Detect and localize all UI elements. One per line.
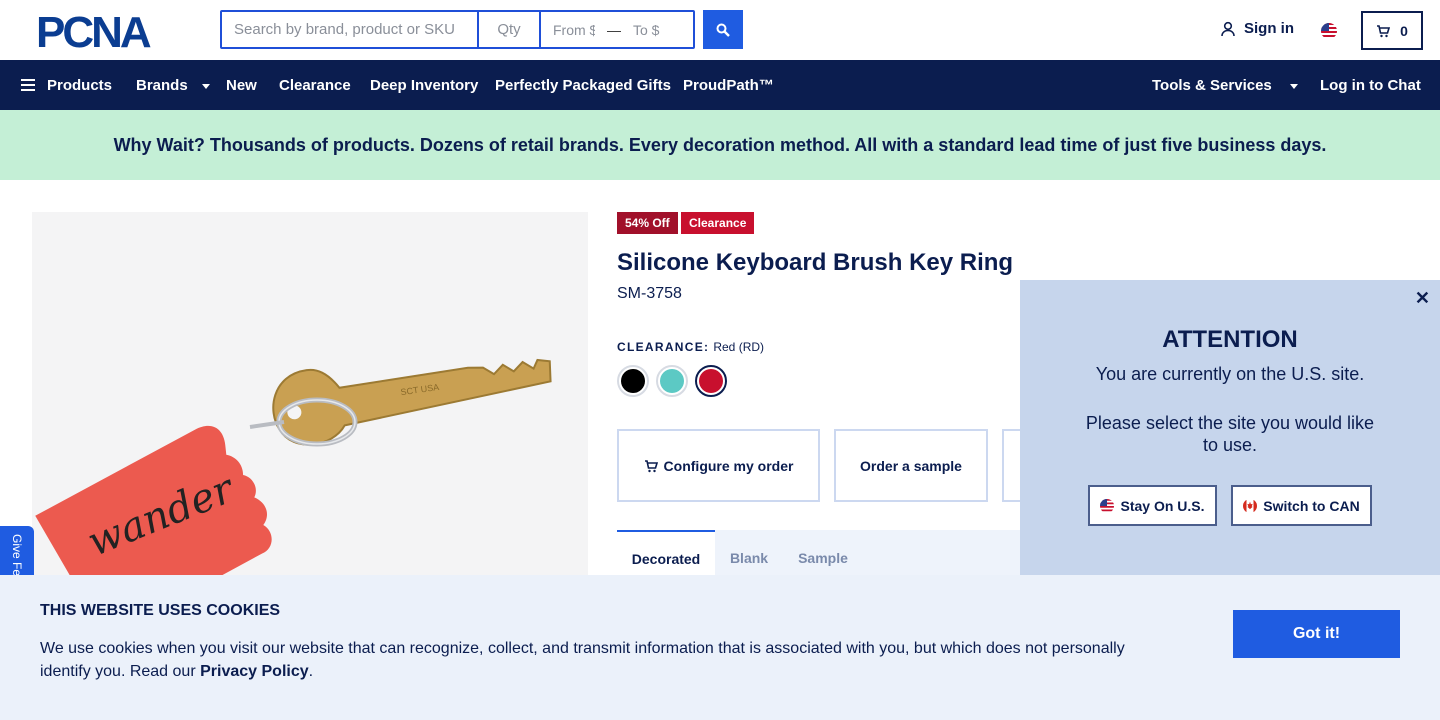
discount-badge: 54% Off xyxy=(617,212,678,234)
cart-count: 0 xyxy=(1400,22,1408,39)
dialog-heading: ATTENTION xyxy=(1162,326,1298,353)
configure-order-button[interactable]: Configure my order xyxy=(617,429,820,502)
swatch-red[interactable] xyxy=(695,365,727,397)
sign-in-link[interactable]: Sign in xyxy=(1220,20,1294,37)
nav-chat-label: Log in to Chat xyxy=(1320,76,1421,94)
nav-chat[interactable]: Log in to Chat xyxy=(1320,60,1421,110)
nav-deep-inventory[interactable]: Deep Inventory xyxy=(370,60,478,110)
switch-can-label: Switch to CAN xyxy=(1263,497,1360,514)
search-icon xyxy=(716,23,730,37)
key-ring-photo: SCT USA wander xyxy=(35,358,552,612)
color-label-value: Red (RD) xyxy=(713,340,765,354)
cart-icon xyxy=(644,459,658,472)
dialog-current-site-text: You are currently on the U.S. site. xyxy=(1095,364,1365,384)
chevron-down-icon xyxy=(1289,83,1298,89)
price-to-input[interactable] xyxy=(621,12,687,47)
nav-deep-inventory-label: Deep Inventory xyxy=(370,76,479,94)
price-from-input[interactable] xyxy=(541,12,607,47)
cookie-banner: THIS WEBSITE USES COOKIES We use cookies… xyxy=(0,575,1440,720)
site-select-dialog: ✕ ATTENTION You are currently on the U.S… xyxy=(1020,280,1440,575)
nav-tools[interactable]: Tools & Services xyxy=(1152,60,1298,110)
order-sample-button[interactable]: Order a sample xyxy=(834,429,988,502)
nav-clearance-label: Clearance xyxy=(279,76,351,94)
menu-icon xyxy=(21,79,35,91)
feedback-label: Give Feedback xyxy=(10,534,24,580)
nav-proudpath-label: ProudPath™ xyxy=(683,76,774,94)
nav-brands[interactable]: Brands xyxy=(136,60,210,110)
switch-can-button[interactable]: Switch to CAN xyxy=(1231,485,1372,526)
pcna-logo[interactable]: PCNA xyxy=(36,12,184,50)
us-flag-icon[interactable] xyxy=(1321,23,1337,39)
feedback-tab[interactable]: Give Feedback xyxy=(0,526,34,580)
cookie-text: We use cookies when you visit our websit… xyxy=(40,637,1150,683)
dialog-instruction-text: Please select the site you would like to… xyxy=(1085,413,1375,455)
color-label-key: CLEARANCE: xyxy=(617,340,710,354)
product-sku: SM-3758 xyxy=(617,285,682,302)
cookie-period: . xyxy=(308,663,314,680)
user-icon xyxy=(1221,21,1235,36)
nav-proudpath[interactable]: ProudPath™ xyxy=(683,60,774,110)
nav-gifts-label: Perfectly Packaged Gifts xyxy=(495,76,671,94)
clearance-badge: Clearance xyxy=(681,212,755,234)
nav-clearance[interactable]: Clearance xyxy=(279,60,351,110)
nav-new-label: New xyxy=(226,76,257,94)
promo-banner: Why Wait? Thousands of products. Dozens … xyxy=(0,110,1440,180)
cart-button[interactable]: 0 xyxy=(1361,11,1423,50)
color-label: CLEARANCE: Red (RD) xyxy=(617,340,764,354)
canada-flag-icon xyxy=(1243,498,1258,513)
stay-us-label: Stay On U.S. xyxy=(1120,497,1205,514)
us-flag-icon xyxy=(1100,498,1115,513)
swatch-teal[interactable] xyxy=(656,365,688,397)
nav-products[interactable]: Products xyxy=(21,60,112,110)
clearance-badge-label: Clearance xyxy=(689,216,747,230)
nav-tools-label: Tools & Services xyxy=(1152,76,1272,94)
stay-us-button[interactable]: Stay On U.S. xyxy=(1088,485,1217,526)
cookie-title: THIS WEBSITE USES COOKIES xyxy=(40,602,281,619)
quantity-input[interactable] xyxy=(479,12,541,47)
privacy-policy-link[interactable]: Privacy Policy xyxy=(200,663,309,680)
main-nav: Products Brands New Clearance Deep Inven… xyxy=(0,60,1440,110)
product-title: Silicone Keyboard Brush Key Ring xyxy=(617,249,1014,276)
nav-brands-label: Brands xyxy=(136,76,188,94)
chevron-down-icon xyxy=(201,83,210,89)
swatch-black[interactable] xyxy=(617,365,649,397)
search-button[interactable] xyxy=(703,10,743,49)
nav-new[interactable]: New xyxy=(226,60,257,110)
nav-products-label: Products xyxy=(47,76,113,94)
close-icon[interactable]: ✕ xyxy=(1415,288,1430,309)
cookie-accept-button[interactable]: Got it! xyxy=(1233,610,1400,658)
cart-icon xyxy=(1377,24,1391,37)
configure-order-label: Configure my order xyxy=(663,457,794,474)
svg-text:PCNA: PCNA xyxy=(36,12,151,50)
discount-badge-label: 54% Off xyxy=(625,216,670,230)
price-range-separator: — xyxy=(607,21,621,38)
sign-in-label: Sign in xyxy=(1244,20,1294,37)
nav-gifts[interactable]: Perfectly Packaged Gifts xyxy=(495,60,671,110)
product-image[interactable]: SCT USA wander xyxy=(32,212,588,612)
search-input[interactable] xyxy=(222,12,479,47)
site-header: PCNA — Sign in 0 xyxy=(0,0,1440,60)
order-sample-label: Order a sample xyxy=(860,457,962,474)
search-bar: — xyxy=(220,10,695,49)
promo-banner-text: Why Wait? Thousands of products. Dozens … xyxy=(113,134,1327,155)
